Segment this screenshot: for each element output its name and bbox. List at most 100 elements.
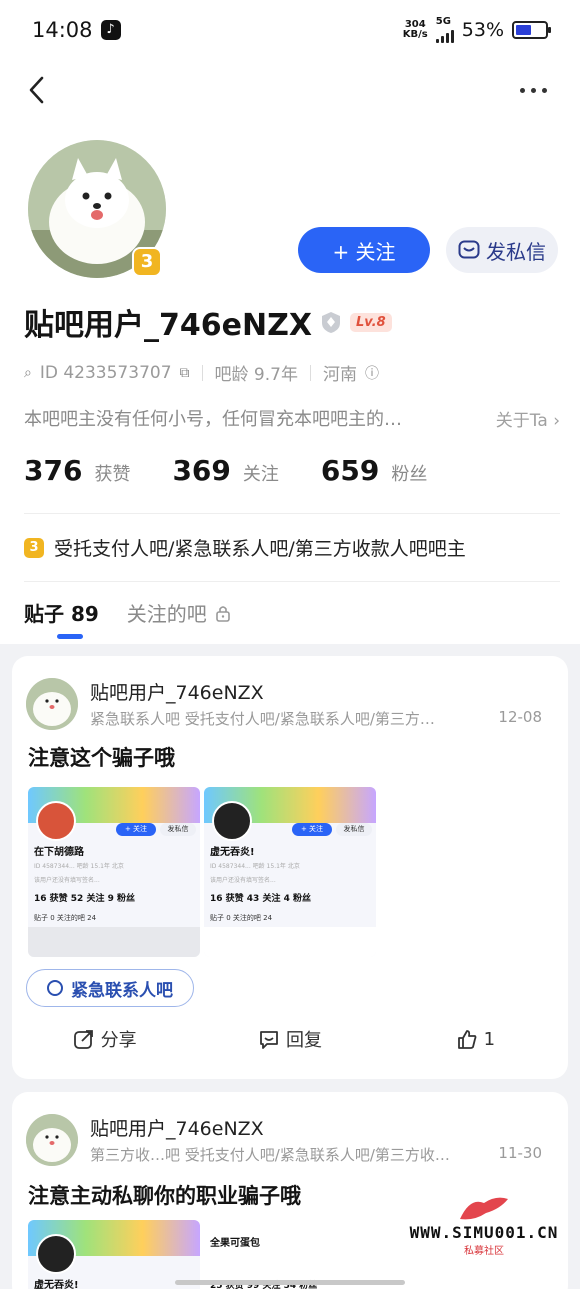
bazhu-badge-icon: 3 xyxy=(24,537,44,558)
thumb-name: 虚无吞炎! xyxy=(210,847,255,858)
likes-count[interactable]: 376 xyxy=(24,454,82,487)
reply-button[interactable]: 回复 xyxy=(197,1026,382,1052)
fans-count[interactable]: 659 xyxy=(321,454,379,487)
status-right: 304 KB/s 5G 53% xyxy=(403,16,551,43)
watermark-logo xyxy=(460,1197,508,1220)
signal-icon xyxy=(435,27,454,43)
following-label: 关注 xyxy=(242,464,279,485)
thumb-name: 全果可蛋包 xyxy=(210,1238,260,1249)
like-button[interactable]: 1 xyxy=(383,1026,568,1052)
thumb-bio: 该用户还没有填写签名... xyxy=(210,877,276,884)
post-avatar[interactable] xyxy=(26,678,78,730)
battery-percent: 53% xyxy=(461,19,504,41)
post-avatar[interactable] xyxy=(26,1114,78,1166)
post-title[interactable]: 注意这个骗子哦 xyxy=(28,742,175,772)
thumb-tabs: 贴子 0 关注的吧 24 xyxy=(210,914,273,922)
network-group: 5G xyxy=(435,16,454,43)
status-time: 14:08 xyxy=(32,18,93,42)
likes-label: 获赞 xyxy=(94,464,131,485)
bar-chip-label: 紧急联系人吧 xyxy=(71,980,173,1001)
profile-tabs: 贴子 89 关注的吧 xyxy=(24,598,231,639)
lock-icon xyxy=(215,605,230,622)
user-id[interactable]: ID 4233573707 xyxy=(40,363,172,383)
level-tag: Lv.8 xyxy=(349,312,392,332)
stats-row: 376 获赞 369 关注 659 粉丝 xyxy=(24,454,457,487)
share-button[interactable]: 分享 xyxy=(12,1026,197,1052)
bar-age: 吧龄 9.7年 xyxy=(214,365,298,385)
thumb-dm: 发私信 xyxy=(160,823,196,836)
post-card[interactable]: 贴吧用户_746eNZX 紧急联系人吧 受托支付人吧/紧急联系人吧/第三方… 1… xyxy=(12,656,568,1079)
battery-icon xyxy=(512,21,551,39)
post-image[interactable]: 虚无吞炎! xyxy=(28,1220,200,1289)
top-nav xyxy=(0,68,580,112)
post-actions: 分享 回复 1 xyxy=(12,1026,568,1052)
thumb-bottom xyxy=(28,927,200,957)
thumb-stats: 16 获赞 52 关注 9 粉丝 xyxy=(34,894,135,904)
follow-button[interactable]: + 关注 xyxy=(298,227,430,273)
bar-icon xyxy=(47,980,63,996)
username-row: 贴吧用户_746eNZX Lv.8 xyxy=(24,300,392,344)
thumb-avatar xyxy=(36,1234,76,1274)
post-author[interactable]: 贴吧用户_746eNZX xyxy=(90,678,264,705)
thumb-avatar xyxy=(36,801,76,841)
back-icon[interactable] xyxy=(24,72,52,108)
post-bar-info: 第三方收…吧 受托支付人吧/紧急联系人吧/第三方收… xyxy=(90,1146,450,1164)
username: 贴吧用户_746eNZX xyxy=(24,308,312,343)
post-image[interactable]: + 关注 发私信 在下胡德路 ID 4587344... 吧龄 15.1年 北京… xyxy=(28,787,200,957)
following-count[interactable]: 369 xyxy=(172,454,230,487)
bazhu-text: 受托支付人吧/紧急联系人吧/第三方收款人吧吧主 xyxy=(54,538,466,560)
divider xyxy=(201,364,203,381)
tab-indicator xyxy=(57,634,83,639)
post-title[interactable]: 注意主动私聊你的职业骗子哦 xyxy=(28,1180,301,1210)
post-author[interactable]: 贴吧用户_746eNZX xyxy=(90,1114,264,1141)
post-date: 11-30 xyxy=(498,1144,542,1162)
share-label: 分享 xyxy=(100,1030,137,1051)
thumb-meta: ID 4587344... 吧龄 15.1年 北京 xyxy=(210,863,300,870)
thumbs-up-icon xyxy=(457,1030,476,1049)
home-indicator[interactable] xyxy=(175,1280,405,1285)
tab-posts-label: 贴子 89 xyxy=(24,602,99,626)
watermark-site: WWW.SIMU001.CN xyxy=(409,1223,559,1242)
level-badge: 3 xyxy=(132,247,162,277)
thumb-follow: + 关注 xyxy=(116,823,156,836)
thumb-stats: 16 获赞 43 关注 4 粉丝 xyxy=(210,894,311,904)
tab-posts[interactable]: 贴子 89 xyxy=(24,598,99,639)
thumb-avatar xyxy=(212,801,252,841)
thumb-name: 在下胡德路 xyxy=(34,847,84,858)
bio-row[interactable]: 本吧吧主没有任何小号，任何冒充本吧吧主的… 关于Ta › xyxy=(24,405,560,431)
about-label: 关于Ta xyxy=(495,410,548,431)
reply-label: 回复 xyxy=(285,1030,322,1051)
more-options-icon[interactable] xyxy=(520,80,554,100)
post-image[interactable]: + 关注 发私信 虚无吞炎! ID 4587344... 吧龄 15.1年 北京… xyxy=(204,787,376,957)
tab-followed-bars[interactable]: 关注的吧 xyxy=(127,598,231,627)
help-icon[interactable]: ⓘ xyxy=(365,363,379,383)
comment-icon xyxy=(260,1031,278,1049)
network-type: 5G xyxy=(435,16,451,27)
divider xyxy=(309,364,311,381)
thumb-tabs: 贴子 0 关注的吧 24 xyxy=(34,914,97,922)
tab-followed-label: 关注的吧 xyxy=(126,602,207,626)
post-image[interactable]: 全果可蛋包 25 获赞 99 关注 54 粉丝 xyxy=(204,1220,376,1289)
watermark-sub: 私募社区 xyxy=(464,1246,504,1257)
location: 河南 xyxy=(322,365,357,385)
direct-message-button[interactable]: 发私信 xyxy=(446,227,558,273)
message-icon xyxy=(458,240,480,259)
thumb-meta: ID 4587344... 吧龄 15.1年 北京 xyxy=(34,863,124,870)
about-link[interactable]: 关于Ta › xyxy=(496,406,560,431)
divider xyxy=(24,581,560,582)
post-date: 12-08 xyxy=(498,708,542,726)
bio-text: 本吧吧主没有任何小号，任何冒充本吧吧主的… xyxy=(24,409,402,430)
thumb-bio: 该用户还没有填写签名... xyxy=(34,877,100,884)
copy-icon[interactable]: ⧉ xyxy=(180,365,190,381)
thumb-dm: 发私信 xyxy=(336,823,372,836)
post-bar-info: 紧急联系人吧 受托支付人吧/紧急联系人吧/第三方… xyxy=(90,710,435,728)
speed-unit: KB/s xyxy=(402,29,428,40)
bazhu-row[interactable]: 3 受托支付人吧/紧急联系人吧/第三方收款人吧吧主 xyxy=(24,534,466,561)
site-watermark: WWW.SIMU001.CN 私募社区 xyxy=(394,1193,574,1271)
bar-chip[interactable]: 紧急联系人吧 xyxy=(26,969,194,1007)
profile-meta: ⌕ ID 4233573707 ⧉ 吧龄 9.7年 河南 ⓘ xyxy=(24,360,379,386)
status-bar: 14:08 ♪ 304 KB/s 5G 53% xyxy=(0,0,580,60)
like-count: 1 xyxy=(483,1028,496,1050)
network-speed: 304 KB/s xyxy=(403,20,428,40)
thumb-bottom xyxy=(204,927,376,957)
